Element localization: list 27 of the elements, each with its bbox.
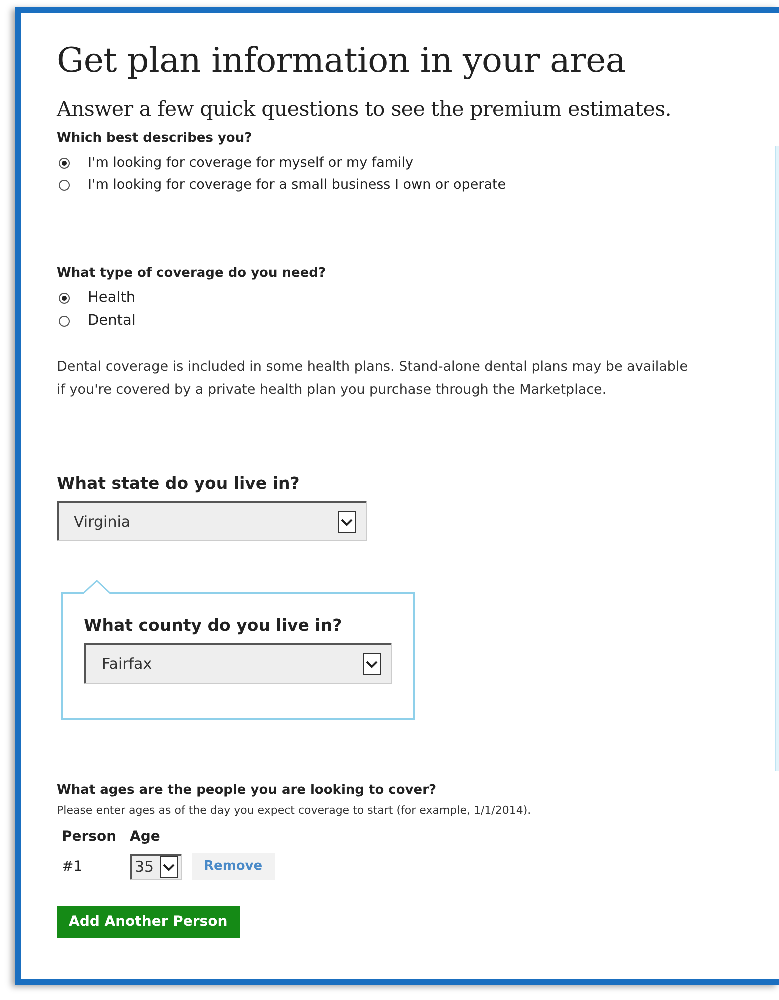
question-label: What ages are the people you are looking to cover? — [57, 783, 438, 798]
column-header: Person — [62, 829, 118, 845]
option-label[interactable]: I'm looking for coverage for a small business I own or operate — [88, 174, 506, 196]
radio-button[interactable] — [59, 293, 70, 304]
option-label[interactable]: I'm looking for coverage for myself or my family — [88, 152, 414, 174]
question-label: What county do you live in? — [84, 616, 344, 635]
option-label[interactable]: Dental — [88, 310, 136, 333]
hint-text: Please enter ages as of the day you expect coverage to start (for example, 1/1/2014). — [57, 804, 532, 817]
radio-button[interactable] — [59, 316, 70, 327]
info-text: Dental coverage is included in some health plans. Stand-alone dental plans may be available if you're covered by a private health plan you purchase through the Marketplace. — [57, 358, 689, 400]
county-dropdown[interactable]: Fairfax — [84, 643, 392, 684]
chevron-down-icon — [160, 856, 178, 878]
question-label: Which best describes you? — [57, 131, 254, 146]
radio-button[interactable] — [59, 180, 70, 190]
option-label[interactable]: Health — [88, 287, 136, 310]
question-label: What type of coverage do you need? — [57, 266, 328, 281]
chevron-down-icon — [363, 653, 381, 675]
question-label: What state do you live in? — [57, 474, 301, 493]
page-title: Get plan information in your area — [57, 40, 627, 83]
radio-button[interactable] — [59, 158, 70, 168]
add-person-button[interactable]: Add Another Person — [57, 906, 240, 938]
column-header: Age — [130, 829, 162, 845]
state-dropdown[interactable]: Virginia — [57, 501, 367, 541]
chevron-down-icon — [338, 510, 356, 532]
person-number: #1 — [62, 858, 84, 874]
age-dropdown[interactable]: 35 — [130, 854, 182, 880]
page-subtitle: Answer a few quick questions to see the premium estimates. — [57, 96, 673, 123]
